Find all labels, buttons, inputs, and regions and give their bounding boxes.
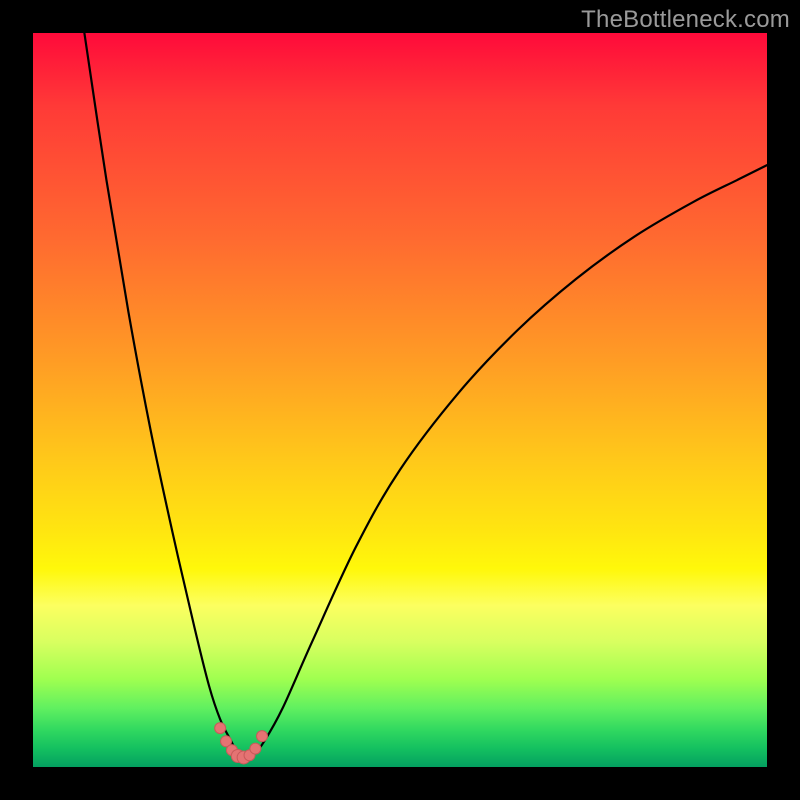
chart-frame: TheBottleneck.com [0, 0, 800, 800]
highlight-marker [250, 743, 261, 754]
highlight-markers [33, 33, 767, 767]
highlight-marker [257, 731, 268, 742]
highlight-marker [215, 723, 226, 734]
watermark-text: TheBottleneck.com [581, 6, 790, 34]
marker-group [215, 723, 268, 764]
